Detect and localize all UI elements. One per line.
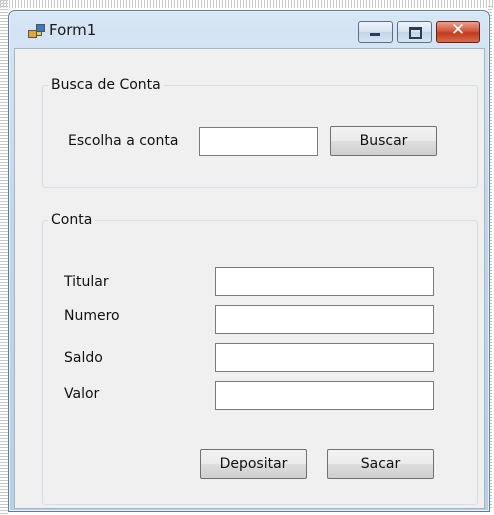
maximize-button[interactable] [397, 21, 432, 43]
depositar-button[interactable]: Depositar [200, 449, 307, 479]
winforms-app-icon [28, 24, 46, 38]
escolha-conta-label: Escolha a conta [68, 133, 179, 149]
form1-window: Form1 ✕ Busca de Conta Escolha a conta B… [8, 10, 490, 512]
conta-search-input[interactable] [199, 127, 318, 156]
minimize-icon [370, 33, 380, 36]
busca-de-conta-group: Busca de Conta Escolha a conta Buscar [42, 77, 478, 188]
maximize-icon [409, 27, 422, 39]
conta-group: Conta Titular Numero Saldo Valor Deposit… [42, 212, 478, 505]
valor-label: Valor [64, 386, 100, 402]
buscar-button[interactable]: Buscar [330, 126, 437, 156]
window-title: Form1 [49, 21, 97, 39]
titular-input[interactable] [215, 267, 434, 296]
close-icon: ✕ [450, 20, 466, 40]
sacar-button[interactable]: Sacar [327, 449, 434, 479]
close-button[interactable]: ✕ [436, 20, 480, 43]
busca-group-title: Busca de Conta [48, 77, 164, 93]
saldo-label: Saldo [64, 350, 103, 366]
numero-label: Numero [64, 308, 120, 324]
form-client-area: Busca de Conta Escolha a conta Buscar Co… [14, 48, 485, 509]
screenshot-border-left [0, 0, 8, 515]
saldo-input[interactable] [215, 343, 434, 372]
titular-label: Titular [64, 274, 109, 290]
conta-group-title: Conta [48, 212, 96, 228]
numero-input[interactable] [215, 305, 434, 334]
title-bar[interactable]: Form1 ✕ [9, 11, 489, 47]
minimize-button[interactable] [358, 21, 393, 43]
valor-input[interactable] [215, 381, 434, 410]
screenshot-border-top [0, 0, 494, 8]
